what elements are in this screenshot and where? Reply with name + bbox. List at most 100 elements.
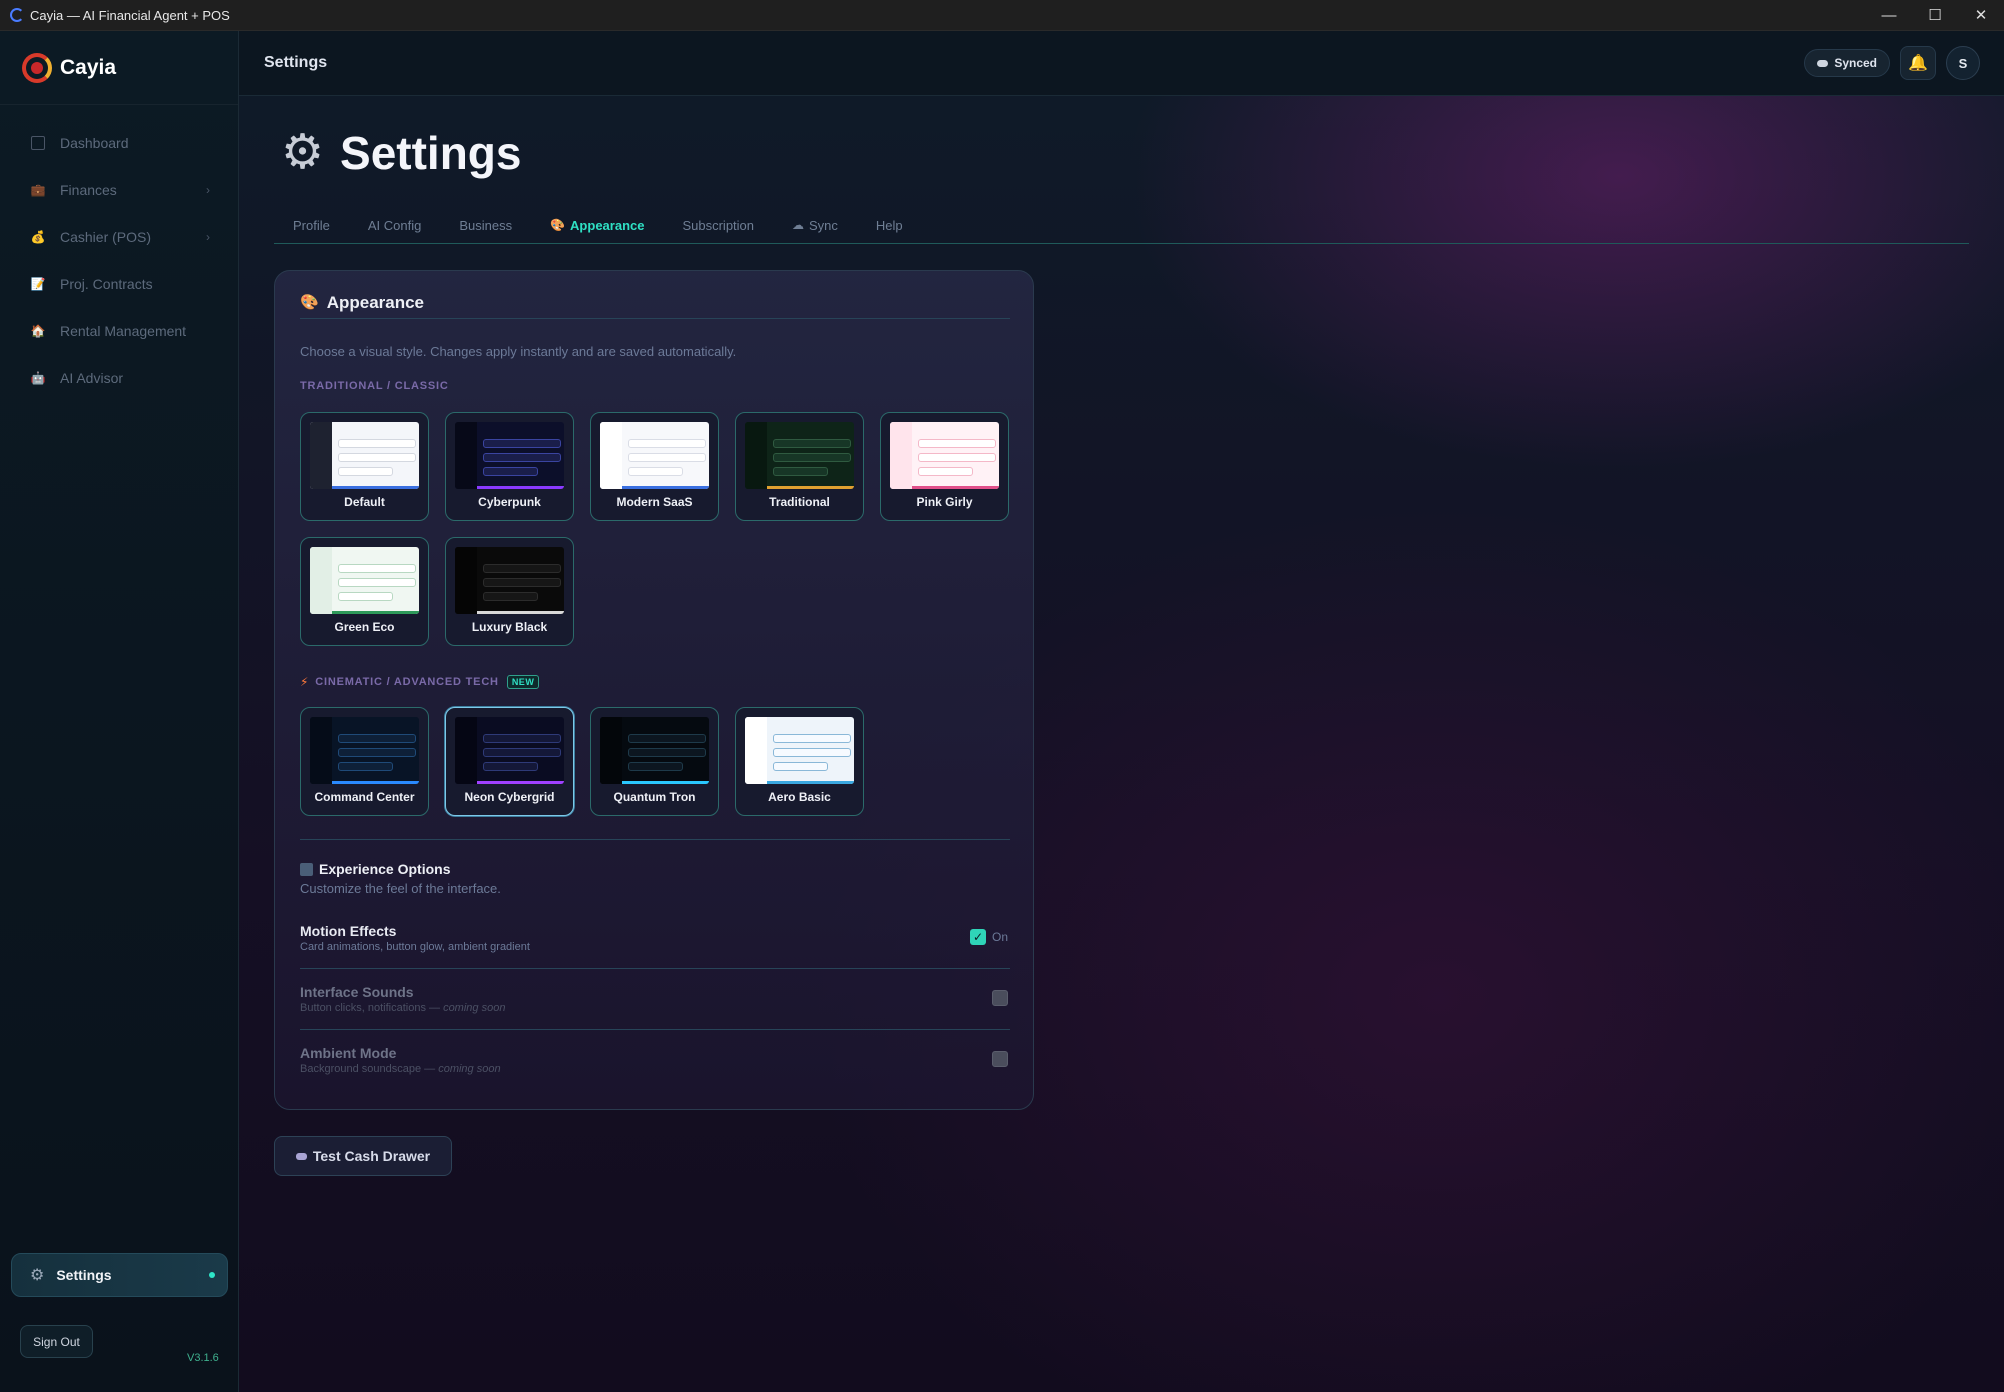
- section-label-text: TRADITIONAL / CLASSIC: [300, 380, 449, 392]
- theme-name: Luxury Black: [471, 620, 548, 634]
- theme-card-luxury-black[interactable]: Luxury Black: [445, 537, 574, 646]
- tab-label: Subscription: [682, 218, 755, 233]
- sidebar-item-contracts[interactable]: 📝 Proj. Contracts: [0, 260, 238, 307]
- theme-name: Cyberpunk: [478, 495, 541, 509]
- coming-soon-text: coming soon: [438, 1063, 501, 1075]
- section-label-text: CINEMATIC / ADVANCED TECH: [315, 676, 499, 688]
- topbar-actions: Synced 🔔 S: [1804, 46, 1980, 80]
- tab-subscription[interactable]: Subscription: [663, 218, 773, 244]
- app-icon: [10, 8, 24, 22]
- theme-card-quantum-tron[interactable]: Quantum Tron: [590, 707, 719, 816]
- theme-name: Pink Girly: [916, 495, 973, 509]
- interface-sounds-checkbox[interactable]: [992, 990, 1008, 1006]
- theme-preview: [600, 422, 709, 489]
- tab-business[interactable]: Business: [440, 218, 531, 244]
- chevron-right-icon: ›: [206, 182, 210, 197]
- sidebar-item-finances[interactable]: 💼 Finances ›: [0, 166, 238, 213]
- theme-preview: [310, 717, 419, 784]
- document-icon: 📝: [30, 276, 46, 291]
- page-heading: ⚙ Settings: [281, 126, 522, 180]
- ambient-mode-title: Ambient Mode: [300, 1045, 397, 1061]
- theme-preview: [310, 422, 419, 489]
- dashboard-icon: [30, 135, 46, 151]
- tab-profile[interactable]: Profile: [274, 218, 349, 244]
- theme-preview: [745, 717, 854, 784]
- experience-options-title: Experience Options: [300, 861, 450, 877]
- divider: [300, 839, 1010, 840]
- sidebar-item-rental[interactable]: 🏠 Rental Management: [0, 307, 238, 354]
- page-title: Settings: [340, 127, 522, 179]
- divider: [300, 968, 1010, 969]
- sidebar-item-ai-advisor[interactable]: 🤖 AI Advisor: [0, 354, 238, 401]
- active-indicator-dot: [209, 1272, 215, 1278]
- divider: [300, 1029, 1010, 1030]
- theme-card-modern-saas[interactable]: Modern SaaS: [590, 412, 719, 521]
- tab-sync[interactable]: ☁ Sync: [773, 218, 857, 244]
- window-title: Cayia — AI Financial Agent + POS: [30, 7, 230, 23]
- theme-preview: [455, 547, 564, 614]
- theme-card-neon-cybergrid[interactable]: Neon Cybergrid: [445, 707, 574, 816]
- tab-label: Business: [459, 218, 513, 233]
- gear-icon: ⚙: [281, 126, 325, 179]
- theme-name: Default: [344, 495, 385, 509]
- window-titlebar: Cayia — AI Financial Agent + POS — ☐ ✕: [0, 0, 2004, 31]
- close-button[interactable]: ✕: [1958, 0, 2004, 30]
- money-bag-icon: 💰: [30, 229, 46, 244]
- theme-name: Quantum Tron: [613, 790, 696, 804]
- theme-card-command-center[interactable]: Command Center: [300, 707, 429, 816]
- tab-label: Sync: [809, 218, 838, 233]
- tab-label: Profile: [293, 218, 330, 233]
- test-cash-drawer-button[interactable]: Test Cash Drawer: [274, 1136, 452, 1176]
- theme-name: Command Center: [314, 790, 415, 804]
- sidebar-item-label: Cashier (POS): [60, 228, 152, 245]
- theme-card-cyberpunk[interactable]: Cyberpunk: [445, 412, 574, 521]
- motion-effects-checkbox[interactable]: ✓: [970, 929, 986, 945]
- theme-name: Neon Cybergrid: [464, 790, 555, 804]
- robot-icon: 🤖: [30, 370, 46, 385]
- sidebar-item-dashboard[interactable]: Dashboard: [0, 119, 238, 166]
- tab-label: Appearance: [570, 218, 645, 233]
- theme-card-default[interactable]: Default: [300, 412, 429, 521]
- subtitle-text: Background soundscape —: [300, 1063, 439, 1075]
- interface-sounds-subtitle: Button clicks, notifications — coming so…: [300, 1002, 505, 1014]
- sidebar-item-settings[interactable]: ⚙ Settings: [11, 1253, 228, 1297]
- sync-status-badge[interactable]: Synced: [1804, 49, 1890, 77]
- theme-card-traditional[interactable]: Traditional: [735, 412, 864, 521]
- card-title: Appearance: [326, 293, 425, 312]
- theme-preview: [600, 717, 709, 784]
- avatar[interactable]: S: [1946, 46, 1980, 80]
- theme-preview: [745, 422, 854, 489]
- cash-drawer-icon: [295, 1152, 307, 1160]
- sidebar-item-label: Settings: [56, 1267, 112, 1283]
- brand[interactable]: Cayia: [0, 31, 238, 105]
- notifications-button[interactable]: 🔔: [1900, 46, 1936, 80]
- gear-icon: ⚙: [30, 1267, 45, 1284]
- tab-help[interactable]: Help: [857, 218, 922, 244]
- coming-soon-text: coming soon: [443, 1002, 506, 1014]
- motion-effects-subtitle: Card animations, button glow, ambient gr…: [300, 941, 530, 953]
- briefcase-icon: 💼: [30, 182, 46, 197]
- minimize-button[interactable]: —: [1866, 0, 1912, 30]
- theme-name: Green Eco: [334, 620, 395, 634]
- theme-preview: [890, 422, 999, 489]
- ambient-mode-checkbox[interactable]: [992, 1051, 1008, 1067]
- ambient-mode-subtitle: Background soundscape — coming soon: [300, 1063, 501, 1075]
- theme-card-green-eco[interactable]: Green Eco: [300, 537, 429, 646]
- sign-out-button[interactable]: Sign Out: [20, 1325, 93, 1358]
- cloud-icon: ☁: [792, 218, 805, 232]
- version-label: V3.1.6: [187, 1352, 219, 1364]
- traditional-section-label: TRADITIONAL / CLASSIC: [300, 380, 449, 392]
- appearance-description: Choose a visual style. Changes apply ins…: [300, 344, 737, 359]
- appearance-card: 🎨 Appearance Choose a visual style. Chan…: [274, 270, 1034, 1110]
- sidebar-item-label: Finances: [60, 181, 117, 198]
- tab-ai-config[interactable]: AI Config: [349, 218, 440, 244]
- maximize-button[interactable]: ☐: [1912, 0, 1958, 30]
- new-badge: NEW: [506, 675, 540, 689]
- bell-icon: 🔔: [1908, 55, 1928, 72]
- chevron-right-icon: ›: [206, 229, 210, 244]
- theme-card-pink-girly[interactable]: Pink Girly: [880, 412, 1009, 521]
- tab-appearance[interactable]: 🎨 Appearance: [531, 218, 663, 244]
- theme-card-aero-basic[interactable]: Aero Basic: [735, 707, 864, 816]
- sidebar-item-cashier[interactable]: 💰 Cashier (POS) ›: [0, 213, 238, 260]
- theme-name: Aero Basic: [768, 790, 831, 804]
